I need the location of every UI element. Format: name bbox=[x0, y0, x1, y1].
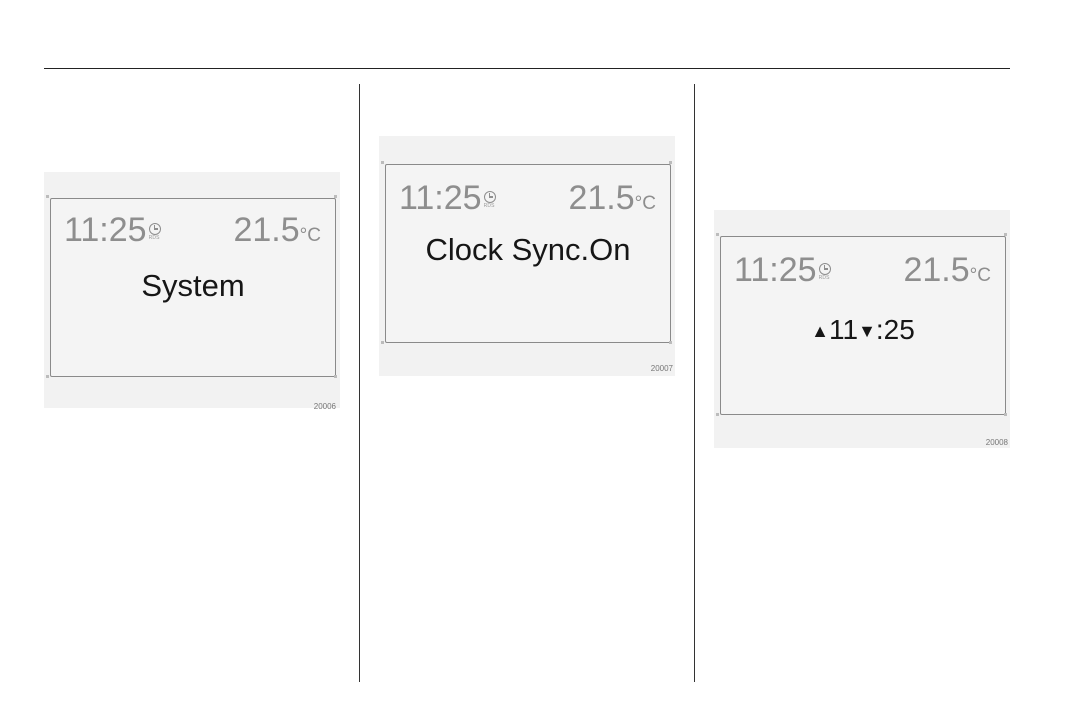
time-setting: ▲11▼:25 bbox=[811, 314, 915, 345]
menu-text: Clock Sync.On bbox=[425, 232, 631, 267]
clock-rds-icon: RDS bbox=[148, 221, 162, 241]
column-divider-1 bbox=[359, 84, 360, 682]
temperature-readout: 21.5°C bbox=[233, 211, 321, 249]
time-readout: 11:25 RDS bbox=[64, 211, 162, 249]
display-screen: 11:25 RDS 21.5°C ▲11▼:25 bbox=[720, 236, 1006, 415]
figure-panel-1: 11:25 RDS 21.5°C System 20006 bbox=[44, 172, 340, 411]
figure-number: 20008 bbox=[985, 438, 1008, 447]
display-screen: 11:25 RDS 21.5°C System bbox=[50, 198, 336, 377]
menu-text: System bbox=[141, 268, 245, 303]
time-readout: 11:25 RDS bbox=[399, 179, 497, 217]
column-divider-2 bbox=[694, 84, 695, 682]
figure-panel-3: 11:25 RDS 21.5°C ▲11▼:25 20008 bbox=[714, 210, 1010, 448]
display-screen: 11:25 RDS 21.5°C Clock Sync.On bbox=[385, 164, 671, 343]
temperature-readout: 21.5°C bbox=[568, 179, 656, 217]
header-rule bbox=[44, 68, 1010, 69]
temperature-readout: 21.5°C bbox=[903, 251, 991, 289]
time-readout: 11:25 RDS bbox=[734, 251, 832, 289]
clock-rds-icon: RDS bbox=[818, 261, 832, 281]
figure-panel-2: 11:25 RDS 21.5°C Clock Sync.On 20007 bbox=[379, 136, 675, 376]
clock-rds-icon: RDS bbox=[483, 189, 497, 209]
figure-number: 20007 bbox=[650, 364, 673, 373]
down-arrow-icon: ▼ bbox=[858, 321, 876, 341]
minutes-value: 25 bbox=[883, 314, 915, 345]
up-arrow-icon: ▲ bbox=[811, 321, 829, 341]
figure-number: 20006 bbox=[313, 402, 336, 411]
hours-value: 11 bbox=[828, 314, 859, 345]
